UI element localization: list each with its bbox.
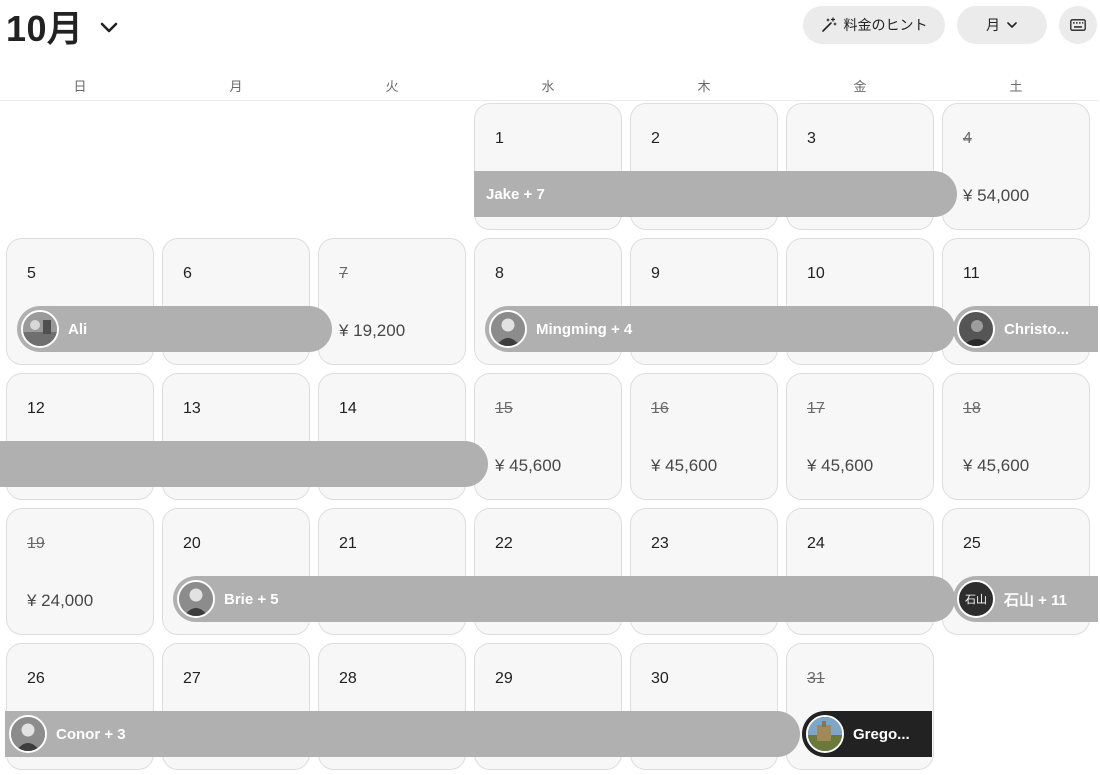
reservation-bar[interactable]: Christo...	[953, 306, 1098, 352]
month-selector[interactable]: 10月	[6, 4, 120, 49]
day-cell[interactable]: 16 ¥ 45,600	[630, 373, 778, 500]
day-number: 3	[807, 130, 816, 147]
day-number: 12	[27, 400, 45, 417]
guest-avatar: 石山	[957, 580, 995, 618]
reservation-bar[interactable]: Ali	[17, 306, 332, 352]
nightly-price: ¥ 54,000	[963, 186, 1030, 205]
day-number: 1	[495, 130, 504, 147]
day-number: 15	[495, 400, 513, 417]
weekday-label: 火	[385, 79, 399, 94]
guest-name: Brie + 5	[224, 590, 279, 608]
day-number: 10	[807, 265, 825, 282]
day-cell[interactable]: 4 ¥ 54,000	[942, 103, 1090, 230]
guest-name: Christo...	[1004, 320, 1070, 338]
keyboard-icon	[1070, 19, 1086, 31]
day-number: 4	[963, 130, 972, 147]
day-number: 18	[963, 400, 981, 417]
day-number: 25	[963, 535, 981, 552]
pricing-tips-label: 料金のヒント	[843, 17, 928, 33]
day-number: 11	[963, 265, 980, 282]
pricing-tips-button[interactable]: 料金のヒント	[803, 6, 945, 44]
day-number: 5	[27, 265, 36, 282]
day-number: 20	[183, 535, 201, 552]
weekday-label: 水	[541, 79, 555, 94]
keyboard-shortcuts-button[interactable]	[1059, 6, 1097, 44]
weekday-label: 土	[1009, 79, 1023, 94]
nightly-price: ¥ 45,600	[807, 456, 874, 475]
day-number: 31	[807, 670, 825, 687]
day-number: 21	[339, 535, 357, 552]
reservation-bar[interactable]: Jake + 7	[474, 171, 957, 217]
day-number: 19	[27, 535, 45, 552]
weekday-header-row: 日月火水木金土	[0, 70, 1098, 101]
day-number: 23	[651, 535, 669, 552]
guest-name: Conor + 3	[56, 725, 126, 743]
guest-avatar	[177, 580, 215, 618]
weekday-label: 月	[229, 79, 243, 94]
day-number: 8	[495, 265, 504, 282]
reservation-bar[interactable]: Conor + 3	[5, 711, 800, 757]
day-number: 6	[183, 265, 192, 282]
day-cell[interactable]: 7 ¥ 19,200	[318, 238, 466, 365]
guest-avatar	[489, 310, 527, 348]
guest-avatar	[21, 310, 59, 348]
day-cell[interactable]: 18 ¥ 45,600	[942, 373, 1090, 500]
weekday-label: 木	[697, 79, 711, 94]
reservation-bar[interactable]: Grego...	[802, 711, 932, 757]
day-number: 26	[27, 670, 45, 687]
day-cell[interactable]: 19 ¥ 24,000	[6, 508, 154, 635]
day-number: 13	[183, 400, 201, 417]
day-number: 17	[807, 400, 825, 417]
day-cell[interactable]: 17 ¥ 45,600	[786, 373, 934, 500]
reservation-bar[interactable]: Brie + 5	[173, 576, 955, 622]
guest-name: Ali	[68, 320, 88, 338]
day-number: 16	[651, 400, 669, 417]
magic-wand-icon	[821, 17, 837, 32]
reservation-bar[interactable]: Mingming + 4	[485, 306, 955, 352]
reservation-bar[interactable]: 石山 石山 + 11	[953, 576, 1098, 622]
guest-name: Jake + 7	[486, 185, 545, 203]
view-selector-label: 月	[986, 17, 1000, 33]
nightly-price: ¥ 45,600	[495, 456, 562, 475]
day-number: 28	[339, 670, 357, 687]
calendar-header: 10月 料金のヒント 月	[0, 0, 1100, 60]
month-title: 10月	[6, 8, 84, 49]
chevron-down-icon	[1007, 22, 1017, 28]
day-number: 7	[339, 265, 348, 282]
day-number: 22	[495, 535, 513, 552]
nightly-price: ¥ 24,000	[27, 591, 94, 610]
day-number: 30	[651, 670, 669, 687]
nightly-price: ¥ 45,600	[651, 456, 718, 475]
day-cell[interactable]: 15 ¥ 45,600	[474, 373, 622, 500]
day-number: 9	[651, 265, 660, 282]
day-number: 27	[183, 670, 201, 687]
day-number: 29	[495, 670, 513, 687]
nightly-price: ¥ 45,600	[963, 456, 1030, 475]
nightly-price: ¥ 19,200	[339, 321, 406, 340]
weekday-label: 日	[73, 79, 87, 94]
guest-name: Mingming + 4	[536, 320, 633, 338]
guest-name: 石山 + 11	[1004, 591, 1067, 609]
view-selector-button[interactable]: 月	[957, 6, 1047, 44]
guest-avatar	[806, 715, 844, 753]
reservation-bar[interactable]	[0, 441, 488, 487]
weekday-label: 金	[853, 79, 867, 94]
guest-name: Grego...	[853, 725, 910, 743]
day-number: 2	[651, 130, 660, 147]
chevron-down-icon	[100, 22, 117, 33]
day-number: 14	[339, 400, 357, 417]
day-number: 24	[807, 535, 825, 552]
guest-avatar	[957, 310, 995, 348]
guest-avatar	[9, 715, 47, 753]
